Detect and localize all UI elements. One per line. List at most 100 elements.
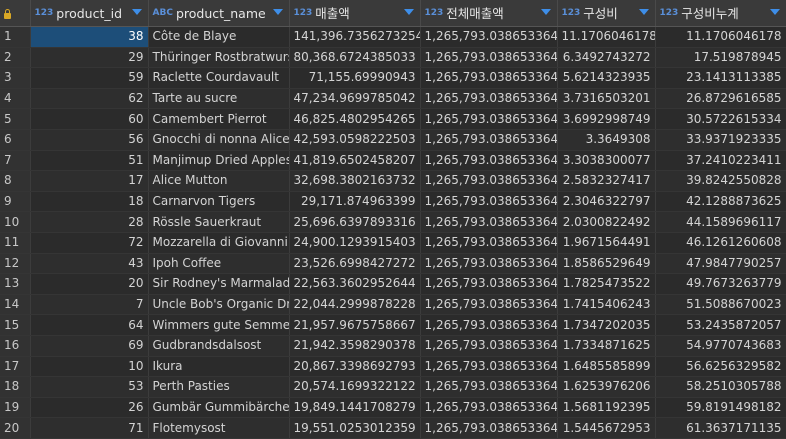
- cell-product-id[interactable]: 29: [30, 47, 149, 69]
- cell-sales[interactable]: 41,819.6502458207: [289, 150, 421, 172]
- cell-product-name[interactable]: Manjimup Dried Apples: [148, 150, 290, 172]
- cell-product-name[interactable]: Côte de Blaye: [148, 26, 290, 48]
- cell-cumulative-ratio[interactable]: 54.9770743683: [655, 335, 786, 357]
- cell-product-id[interactable]: 56: [30, 129, 149, 151]
- column-header-product-name[interactable]: ABC product_name: [148, 0, 290, 27]
- cell-sales[interactable]: 20,867.3398692793: [289, 356, 421, 378]
- cell-cumulative-ratio[interactable]: 30.5722615334: [655, 108, 786, 130]
- cell-cumulative-ratio[interactable]: 61.3637171135: [655, 417, 786, 439]
- cell-product-name[interactable]: Uncle Bob's Organic Drie: [148, 294, 290, 316]
- column-header-ratio[interactable]: 123 구성비: [557, 0, 656, 27]
- cell-sales[interactable]: 25,696.6397893316: [289, 211, 421, 233]
- cell-ratio[interactable]: 2.5832327417: [557, 170, 656, 192]
- cell-sales[interactable]: 141,396.7356273254: [289, 26, 421, 48]
- cell-ratio[interactable]: 6.3492743272: [557, 47, 656, 69]
- cell-product-name[interactable]: Gudbrandsdalsost: [148, 335, 290, 357]
- cell-cumulative-ratio[interactable]: 23.1413113385: [655, 67, 786, 89]
- sort-dropdown-icon[interactable]: [638, 9, 649, 15]
- cell-product-name[interactable]: Alice Mutton: [148, 170, 290, 192]
- cell-sales[interactable]: 21,942.3598290378: [289, 335, 421, 357]
- cell-ratio[interactable]: 3.7316503201: [557, 88, 656, 110]
- cell-cumulative-ratio[interactable]: 59.8191498182: [655, 397, 786, 419]
- cell-ratio[interactable]: 1.5445672953: [557, 417, 656, 439]
- cell-sales[interactable]: 19,551.0253012359: [289, 417, 421, 439]
- cell-total-sales[interactable]: 1,265,793.0386533642: [420, 376, 558, 398]
- cell-product-id[interactable]: 10: [30, 356, 149, 378]
- cell-product-id[interactable]: 26: [30, 397, 149, 419]
- cell-product-id[interactable]: 53: [30, 376, 149, 398]
- sort-dropdown-icon[interactable]: [131, 9, 142, 15]
- cell-product-name[interactable]: Carnarvon Tigers: [148, 191, 290, 213]
- cell-sales[interactable]: 32,698.3802163732: [289, 170, 421, 192]
- table-row[interactable]: 12 43 Ipoh Coffee 23,526.6998427272 1,265,79…: [0, 253, 786, 275]
- cell-ratio[interactable]: 5.6214323935: [557, 67, 656, 89]
- cell-product-id[interactable]: 17: [30, 170, 149, 192]
- cell-ratio[interactable]: 1.6253976206: [557, 376, 656, 398]
- cell-total-sales[interactable]: 1,265,793.0386533642: [420, 273, 558, 295]
- table-row[interactable]: 3 59 Raclette Courdavault 71,155.69990943 1,…: [0, 67, 786, 89]
- table-row[interactable]: 13 20 Sir Rodney's Marmalade 22,563.3602952…: [0, 273, 786, 295]
- cell-sales[interactable]: 21,957.9675758667: [289, 314, 421, 336]
- cell-total-sales[interactable]: 1,265,793.0386533642: [420, 417, 558, 439]
- sort-dropdown-icon[interactable]: [403, 9, 414, 15]
- cell-total-sales[interactable]: 1,265,793.0386533642: [420, 170, 558, 192]
- cell-product-id[interactable]: 28: [30, 211, 149, 233]
- table-row[interactable]: 16 69 Gudbrandsdalsost 21,942.3598290378 1,2…: [0, 335, 786, 357]
- cell-product-name[interactable]: Tarte au sucre: [148, 88, 290, 110]
- column-header-cumulative-ratio[interactable]: 123 구성비누계: [655, 0, 786, 27]
- cell-cumulative-ratio[interactable]: 47.9847790257: [655, 253, 786, 275]
- cell-product-name[interactable]: Mozzarella di Giovanni: [148, 232, 290, 254]
- cell-product-name[interactable]: Sir Rodney's Marmalade: [148, 273, 290, 295]
- cell-total-sales[interactable]: 1,265,793.0386533642: [420, 211, 558, 233]
- cell-total-sales[interactable]: 1,265,793.0386533642: [420, 335, 558, 357]
- cell-product-name[interactable]: Gumbär Gummibärchen: [148, 397, 290, 419]
- cell-ratio[interactable]: 1.5681192395: [557, 397, 656, 419]
- column-header-product-id[interactable]: 123 product_id: [30, 0, 149, 27]
- cell-cumulative-ratio[interactable]: 49.7673263779: [655, 273, 786, 295]
- cell-ratio[interactable]: 3.6992998749: [557, 108, 656, 130]
- cell-cumulative-ratio[interactable]: 51.5088670023: [655, 294, 786, 316]
- cell-product-id[interactable]: 64: [30, 314, 149, 336]
- cell-cumulative-ratio[interactable]: 17.519878945: [655, 47, 786, 69]
- cell-sales[interactable]: 42,593.0598222503: [289, 129, 421, 151]
- cell-cumulative-ratio[interactable]: 42.1288873625: [655, 191, 786, 213]
- cell-product-id[interactable]: 18: [30, 191, 149, 213]
- cell-ratio[interactable]: 2.3046322797: [557, 191, 656, 213]
- cell-cumulative-ratio[interactable]: 53.2435872057: [655, 314, 786, 336]
- cell-ratio[interactable]: 2.0300822492: [557, 211, 656, 233]
- cell-product-name[interactable]: Camembert Pierrot: [148, 108, 290, 130]
- cell-total-sales[interactable]: 1,265,793.0386533642: [420, 356, 558, 378]
- cell-cumulative-ratio[interactable]: 11.1706046178: [655, 26, 786, 48]
- cell-sales[interactable]: 47,234.9699785042: [289, 88, 421, 110]
- table-row[interactable]: 7 51 Manjimup Dried Apples 41,819.650245820…: [0, 150, 786, 172]
- cell-ratio[interactable]: 3.3038300077: [557, 150, 656, 172]
- cell-cumulative-ratio[interactable]: 33.9371923335: [655, 129, 786, 151]
- cell-sales[interactable]: 23,526.6998427272: [289, 253, 421, 275]
- table-row[interactable]: 1 38 Côte de Blaye 141,396.7356273254 1,265,…: [0, 26, 786, 48]
- cell-sales[interactable]: 20,574.1699322122: [289, 376, 421, 398]
- cell-product-name[interactable]: Gnocchi di nonna Alice: [148, 129, 290, 151]
- cell-cumulative-ratio[interactable]: 56.6256329582: [655, 356, 786, 378]
- cell-sales[interactable]: 24,900.1293915403: [289, 232, 421, 254]
- cell-sales[interactable]: 19,849.1441708279: [289, 397, 421, 419]
- cell-product-id[interactable]: 72: [30, 232, 149, 254]
- cell-product-name[interactable]: Thüringer Rostbratwurst: [148, 47, 290, 69]
- cell-cumulative-ratio[interactable]: 46.1261260608: [655, 232, 786, 254]
- cell-cumulative-ratio[interactable]: 44.1589696117: [655, 211, 786, 233]
- table-row[interactable]: 6 56 Gnocchi di nonna Alice 42,593.05982225…: [0, 129, 786, 151]
- cell-product-id[interactable]: 7: [30, 294, 149, 316]
- cell-total-sales[interactable]: 1,265,793.0386533642: [420, 232, 558, 254]
- cell-total-sales[interactable]: 1,265,793.0386533642: [420, 26, 558, 48]
- cell-total-sales[interactable]: 1,265,793.0386533642: [420, 397, 558, 419]
- cell-total-sales[interactable]: 1,265,793.0386533642: [420, 150, 558, 172]
- table-row[interactable]: 8 17 Alice Mutton 32,698.3802163732 1,265,79…: [0, 170, 786, 192]
- cell-sales[interactable]: 22,563.3602952644: [289, 273, 421, 295]
- table-row[interactable]: 19 26 Gumbär Gummibärchen 19,849.1441708279…: [0, 397, 786, 419]
- cell-total-sales[interactable]: 1,265,793.0386533642: [420, 129, 558, 151]
- cell-ratio[interactable]: 1.8586529649: [557, 253, 656, 275]
- cell-cumulative-ratio[interactable]: 37.2410223411: [655, 150, 786, 172]
- table-row[interactable]: 17 10 Ikura 20,867.3398692793 1,265,793.0386…: [0, 356, 786, 378]
- table-row[interactable]: 20 71 Flotemysost 19,551.0253012359 1,265,79…: [0, 417, 786, 439]
- cell-ratio[interactable]: 1.7825473522: [557, 273, 656, 295]
- cell-ratio[interactable]: 11.1706046178: [557, 26, 656, 48]
